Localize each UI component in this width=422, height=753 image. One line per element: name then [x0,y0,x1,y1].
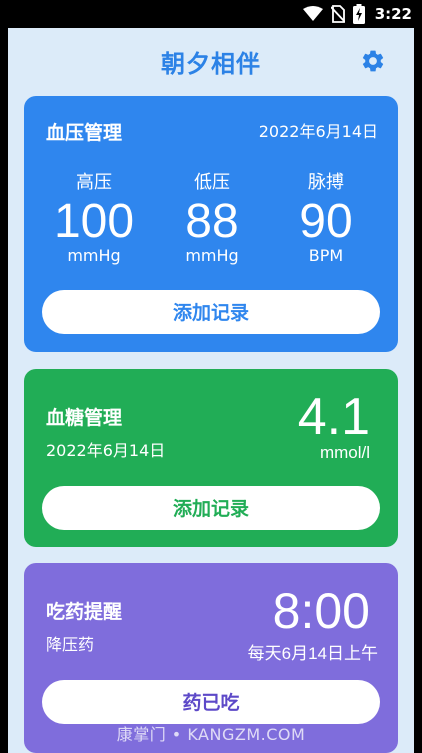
add-blood-sugar-record-button[interactable]: 添加记录 [42,486,380,530]
card-title-blood-sugar: 血糖管理 [46,407,123,429]
medication-schedule: 每天6月14日上午 [247,644,378,663]
status-icons: 3:22 [302,4,412,24]
blood-sugar-value: 4.1 [297,388,370,446]
pulse-value: 90 [299,195,353,248]
app-screen: 朝夕相伴 血压管理 2022年6月14日 高压 100 mmHg 低压 88 m… [8,28,414,753]
systolic-unit: mmHg [67,246,121,265]
blood-pressure-card: 血压管理 2022年6月14日 高压 100 mmHg 低压 88 mmHg 脉… [24,96,398,352]
card-title-blood-pressure: 血压管理 [46,122,123,144]
watermark: 康掌门 • KANGZM.COM [116,725,306,744]
medication-drug-name: 降压药 [46,635,95,654]
pulse-label: 脉搏 [308,172,344,193]
gear-icon[interactable] [360,48,386,74]
wifi-icon [302,6,323,21]
diastolic-metric: 低压 88 mmHg [152,168,272,265]
no-sim-icon [330,5,345,23]
card-title-medication: 吃药提醒 [46,601,123,623]
diastolic-unit: mmHg [185,246,239,265]
battery-charging-icon [352,4,365,24]
systolic-label: 高压 [76,172,112,193]
status-time: 3:22 [374,5,412,23]
medication-time: 8:00 [272,583,370,639]
page-title: 朝夕相伴 [161,50,261,78]
medicine-taken-button[interactable]: 药已吃 [42,680,380,724]
blood-sugar-card: 血糖管理 2022年6月14日 4.1 mmol/l 添加记录 [24,369,398,547]
status-bar: 3:22 [0,0,422,28]
diastolic-label: 低压 [194,172,230,193]
blood-sugar-date: 2022年6月14日 [46,441,166,460]
pulse-unit: BPM [308,246,344,265]
blood-pressure-date: 2022年6月14日 [258,122,378,141]
systolic-metric: 高压 100 mmHg [34,168,154,265]
add-blood-pressure-record-button[interactable]: 添加记录 [42,290,380,334]
diastolic-value: 88 [185,195,239,248]
pulse-metric: 脉搏 90 BPM [266,168,386,265]
blood-sugar-unit: mmol/l [319,443,370,462]
systolic-value: 100 [53,195,135,248]
